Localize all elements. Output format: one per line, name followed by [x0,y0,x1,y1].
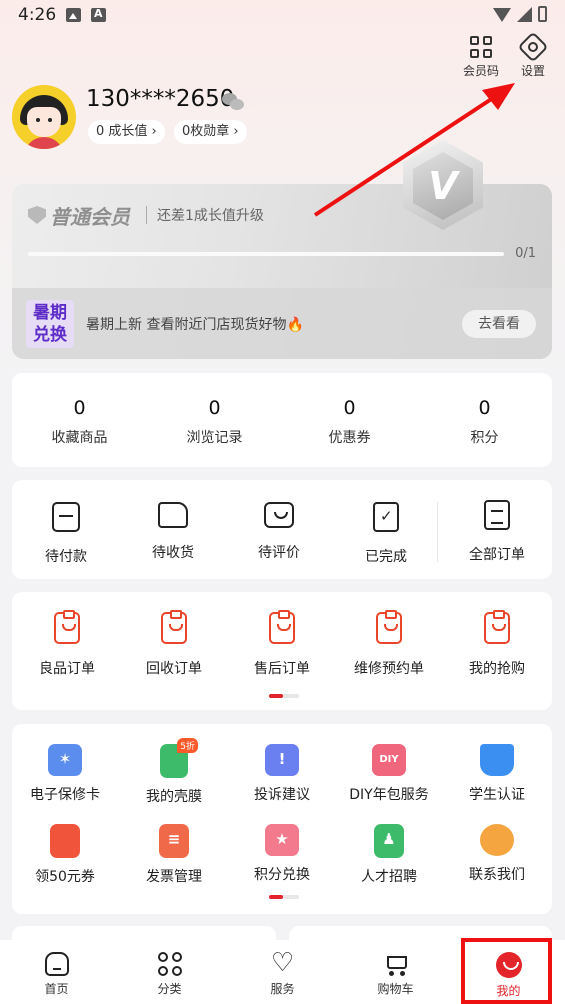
annotation-arrow [313,83,515,217]
